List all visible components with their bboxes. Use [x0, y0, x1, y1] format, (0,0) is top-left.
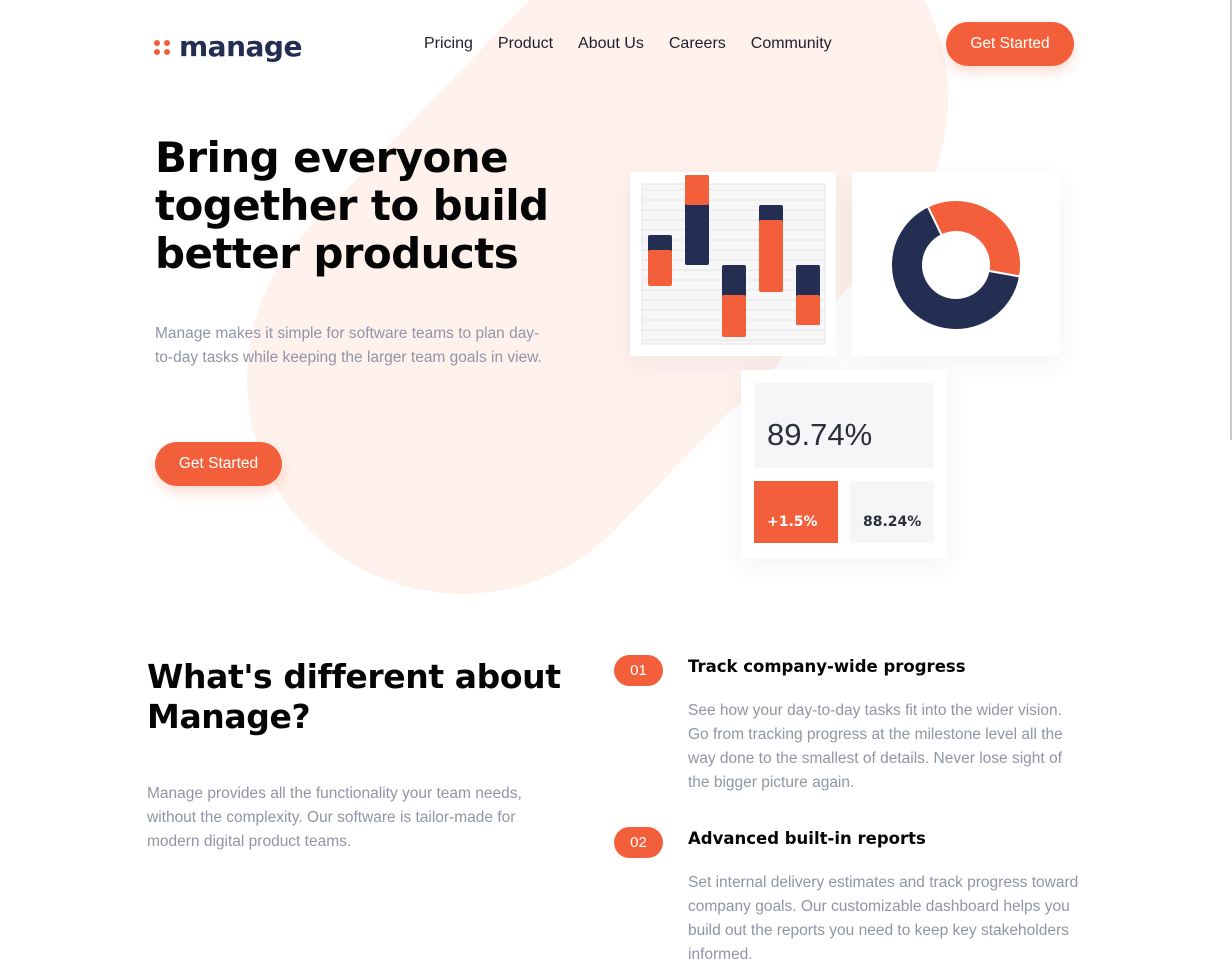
main-stat-value: 89.74% [767, 417, 873, 452]
bar-chart [641, 175, 826, 345]
different-description: Manage provides all the functionality yo… [147, 785, 522, 850]
change-stat-value: +1.5% [767, 514, 818, 530]
feature-number-badge: 02 [614, 827, 663, 858]
bar-orange-segment [759, 220, 783, 292]
hero-description: Manage makes it simple for software team… [155, 325, 542, 366]
bar-orange-segment [685, 175, 709, 205]
nav-item-pricing[interactable]: Pricing [424, 35, 473, 53]
logo-dots-icon [154, 38, 172, 56]
feature-title: Advanced built-in reports [688, 829, 926, 848]
donut-chart-card [852, 172, 1060, 356]
header-get-started-button[interactable]: Get Started [946, 22, 1074, 66]
nav-item-product[interactable]: Product [498, 35, 553, 53]
hero-get-started-button[interactable]: Get Started [155, 442, 282, 486]
secondary-stat-value: 88.24% [863, 514, 922, 530]
secondary-stat-tile: 88.24% [850, 481, 934, 543]
main-stat-tile: 89.74% [754, 383, 934, 468]
feature-number-badge: 01 [614, 655, 663, 686]
donut-chart [890, 199, 1022, 331]
bar-orange-segment [648, 250, 672, 286]
hero-title: Bring everyone together to build better … [155, 133, 549, 278]
landing-page: manage Pricing Product About Us Careers … [0, 0, 1232, 975]
bar-orange-segment [722, 295, 746, 337]
nav-item-community[interactable]: Community [751, 35, 832, 53]
main-nav: Pricing Product About Us Careers Communi… [424, 35, 832, 53]
change-stat-tile: +1.5% [754, 481, 838, 543]
feature-body: Set internal delivery estimates and trac… [688, 874, 1079, 963]
feature-body: See how your day-to-day tasks fit into t… [688, 702, 1063, 791]
logo[interactable]: manage [154, 30, 302, 63]
different-title: What's different about Manage? [147, 657, 561, 736]
stats-card: 89.74% +1.5% 88.24% [741, 370, 947, 558]
nav-item-careers[interactable]: Careers [669, 35, 726, 53]
bar-orange-segment [796, 295, 820, 325]
donut-slice [926, 199, 1022, 278]
feature-title: Track company-wide progress [688, 657, 966, 676]
bar-chart-card [630, 172, 836, 356]
nav-item-about-us[interactable]: About Us [578, 35, 644, 53]
logo-text: manage [179, 30, 302, 63]
